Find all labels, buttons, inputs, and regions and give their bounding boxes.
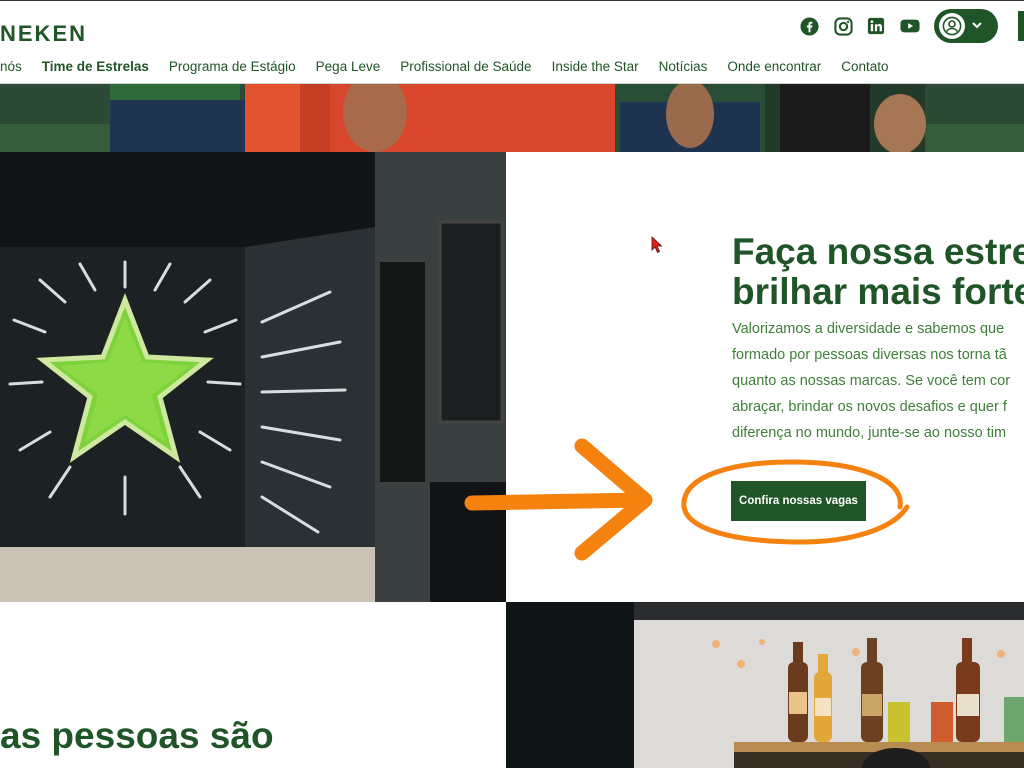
hero-body-line: quanto as nossas marcas. Se você tem cor: [732, 373, 1011, 389]
instagram-icon[interactable]: [833, 16, 853, 36]
mouse-cursor-icon: [651, 236, 663, 259]
site-header: NEKEN nós Time de Estrelas Programa de E…: [0, 0, 1024, 84]
hero-body-line: formado por pessoas diversas nos torna t…: [732, 347, 1007, 363]
hero-body: Valorizamos a diversidade e sabemos que …: [732, 316, 1024, 446]
user-menu-button[interactable]: [934, 9, 998, 43]
star-wall-photo: [0, 152, 506, 602]
header-edge-button[interactable]: [1018, 11, 1024, 41]
banner-photo: [0, 84, 1024, 152]
hero-headline-line-1: Faça nossa estre: [732, 232, 1024, 272]
hero-headline-line-2: brilhar mais forte: [732, 271, 1024, 312]
main-nav: nós Time de Estrelas Programa de Estágio…: [0, 59, 889, 74]
section-heading: as pessoas são: [0, 715, 274, 756]
nav-item-time-de-estrelas[interactable]: Time de Estrelas: [42, 59, 149, 74]
facebook-icon[interactable]: [799, 16, 819, 36]
nav-item-noticias[interactable]: Notícias: [659, 59, 708, 74]
chevron-down-icon: [971, 17, 983, 35]
hero-body-line: Valorizamos a diversidade e sabemos que: [732, 321, 1005, 337]
user-icon: [939, 13, 965, 39]
nav-item-pega-leve[interactable]: Pega Leve: [316, 59, 381, 74]
youtube-icon[interactable]: [900, 16, 920, 36]
hero-body-line: diferença no mundo, junte-se ao nosso ti…: [732, 425, 1007, 441]
nav-item-sobre-nos[interactable]: nós: [0, 59, 22, 74]
bar-photo: [506, 602, 1024, 768]
nav-item-inside-the-star[interactable]: Inside the Star: [552, 59, 639, 74]
nav-item-profissional-de-saude[interactable]: Profissional de Saúde: [400, 59, 531, 74]
linkedin-icon[interactable]: [866, 16, 886, 36]
hero-body-line: abraçar, brindar os novos desafios e que…: [732, 399, 1007, 415]
hero-text-block: Faça nossa estre brilhar mais forte Valo…: [732, 232, 1024, 446]
nav-item-programa-de-estagio[interactable]: Programa de Estágio: [169, 59, 296, 74]
brand-logo[interactable]: NEKEN: [0, 21, 87, 47]
confira-nossas-vagas-button[interactable]: Confira nossas vagas: [731, 481, 866, 521]
nav-item-contato[interactable]: Contato: [841, 59, 888, 74]
nav-item-onde-encontrar[interactable]: Onde encontrar: [727, 59, 821, 74]
